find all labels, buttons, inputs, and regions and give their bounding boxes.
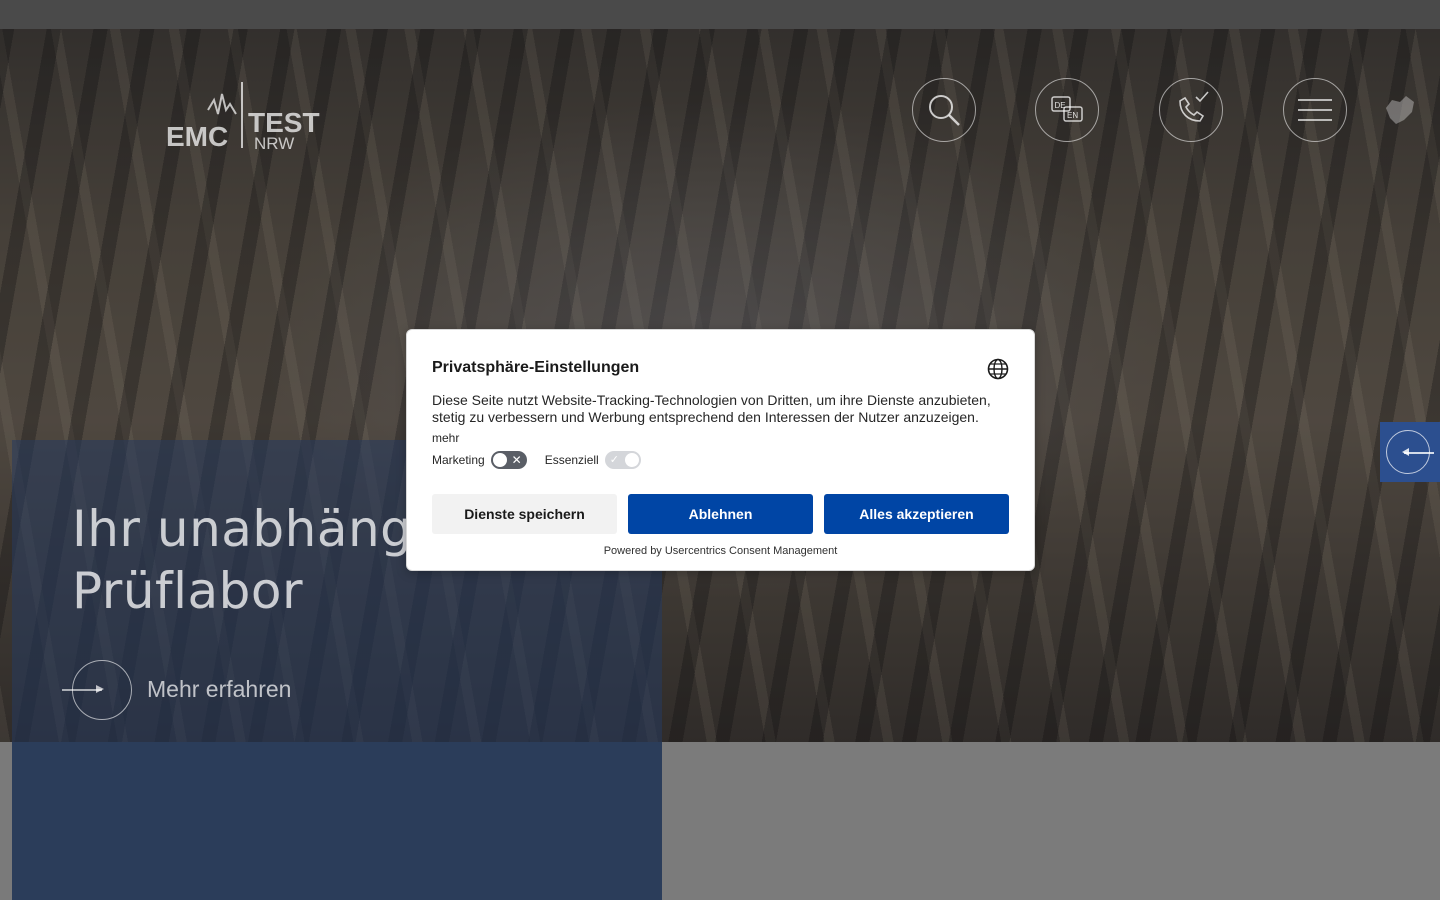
lower-blue-block [12,742,662,900]
toggle-knob [492,453,507,467]
toggle-label-marketing: Marketing [432,453,485,467]
nrw-map-icon [1386,96,1414,124]
phone-icon [1179,91,1209,122]
close-icon: ✕ [511,453,522,467]
emc-test-nrw-logo[interactable]: EMC TEST NRW [166,80,331,152]
powered-by-text: Powered by Usercentrics Consent Manageme… [603,545,838,557]
search-button[interactable] [912,78,976,142]
deny-button[interactable]: Ablehnen [628,494,813,534]
contact-phone-button[interactable] [1159,78,1223,142]
save-services-button[interactable]: Dienste speichern [432,494,617,534]
logo-emc-text: EMC [166,121,228,152]
search-icon [929,95,960,126]
accept-all-button[interactable]: Alles akzeptieren [824,494,1009,534]
toggle-label-essential: Essenziell [544,453,599,467]
more-label[interactable]: Mehr erfahren [147,676,291,703]
consent-dialog: Privatsphäre-Einstellungen Diese Seite n… [406,329,1035,571]
side-slide-tab[interactable] [1380,422,1440,482]
consent-description: Diese Seite nutzt Website-Tracking-Techn… [432,392,991,425]
essential-toggle: ✓ [604,451,641,469]
lower-gray-block [662,742,1440,900]
arrow-right-icon [62,686,104,692]
language-switch-button[interactable]: DE EN [1035,78,1099,142]
globe-icon[interactable] [987,358,1009,380]
consent-title: Privatsphäre-Einstellungen [432,359,640,376]
top-bar [0,0,1440,29]
check-icon: ✓ [609,454,619,466]
arrow-left-icon [1402,449,1434,455]
svg-text:DE: DE [1055,101,1066,110]
menu-button[interactable] [1283,78,1347,142]
language-de-en-icon: DE EN [1051,96,1083,122]
menu-icon [1298,99,1332,121]
consent-toggles: Marketing ✕ Essenziell ✓ [432,450,659,470]
consent-more-link[interactable]: mehr [432,431,459,445]
marketing-toggle[interactable]: ✕ [490,451,527,469]
svg-text:EN: EN [1067,111,1078,120]
toggle-knob [624,453,639,467]
logo-nrw-text: NRW [254,134,294,152]
